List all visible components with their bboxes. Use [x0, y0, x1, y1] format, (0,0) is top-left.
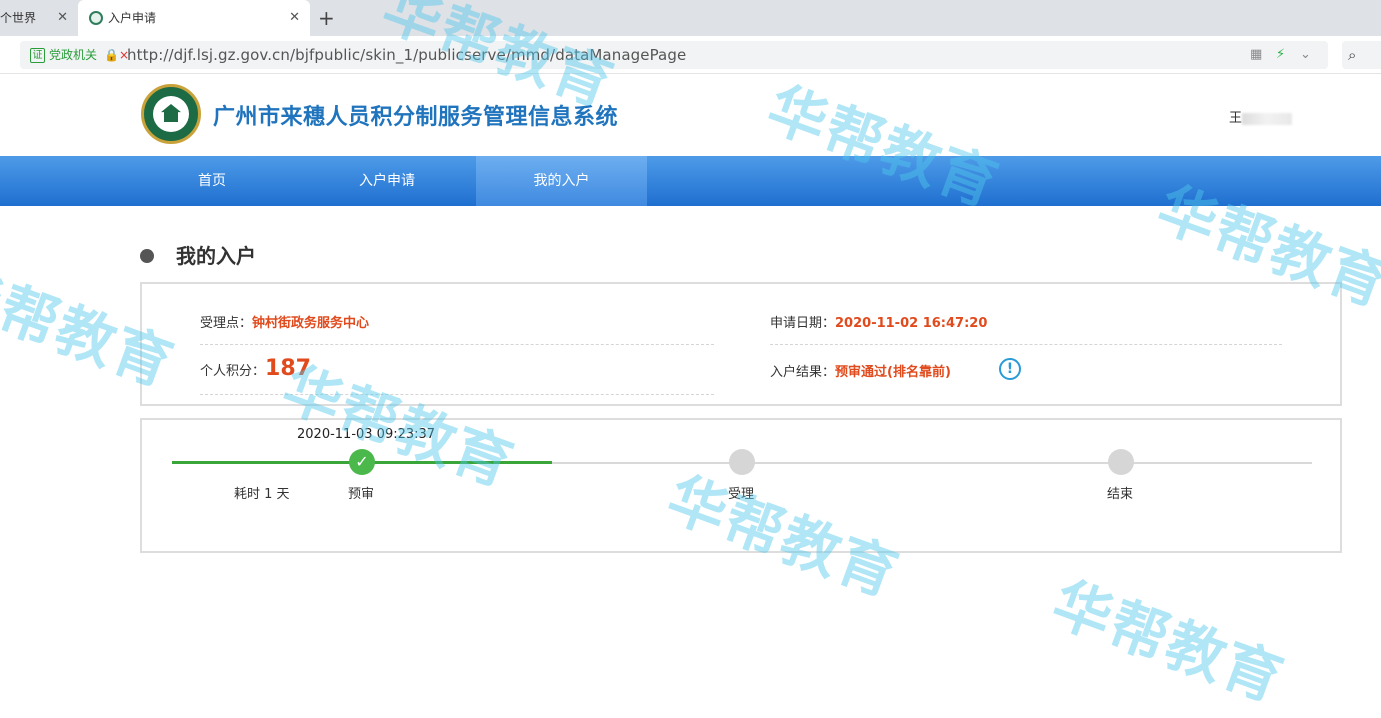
browser-tab-1[interactable]: 个世界 ✕ [0, 0, 78, 36]
site-title: 广州市来穗人员积分制服务管理信息系统 [213, 105, 619, 130]
step-label-preview: 预审 [348, 487, 375, 502]
close-icon[interactable]: ✕ [57, 0, 68, 36]
watermark: 华帮教育 [1043, 568, 1293, 715]
divider [200, 394, 714, 395]
url-text[interactable]: http://djf.lsj.gz.gov.cn/bjfpublic/skin_… [127, 45, 686, 65]
elapsed-time: 耗时 1 天 [234, 487, 290, 502]
user-name[interactable]: 王 [1229, 107, 1293, 126]
browser-tab-bar: 个世界 ✕ 入户申请 ✕ + [0, 0, 1381, 36]
step-label-end: 结束 [1107, 487, 1134, 502]
step-label-accept: 受理 [728, 487, 755, 502]
nav-item-apply[interactable]: 入户申请 [302, 156, 472, 206]
search-icon[interactable]: ⌕ [1342, 41, 1381, 69]
page-title: 我的入户 [140, 240, 256, 269]
insecure-lock-icon[interactable]: 🔒× [104, 46, 129, 64]
address-bar-row: 证党政机关 🔒× http://djf.lsj.gz.gov.cn/bjfpub… [0, 36, 1381, 74]
lightning-icon[interactable]: ⚡ [1276, 46, 1285, 64]
accept-point-field: 受理点：钟村街政务服务中心 [200, 316, 370, 331]
apply-date-field: 申请日期：2020-11-02 16:47:20 [770, 316, 988, 331]
nav-item-home[interactable]: 首页 [141, 156, 283, 206]
chevron-down-icon[interactable]: ⌄ [1300, 46, 1311, 64]
application-info-card: 受理点：钟村街政务服务中心 个人积分：187 申请日期：2020-11-02 1… [140, 282, 1342, 406]
result-field: 入户结果：预审通过(排名靠前) [770, 365, 951, 380]
site-favicon-icon [89, 11, 103, 25]
browser-tab-2[interactable]: 入户申请 ✕ [78, 0, 310, 36]
tab-label: 入户申请 [108, 11, 157, 25]
progress-card: 2020-11-03 09:23:37 ✓ 耗时 1 天 预审 受理 结束 [140, 418, 1342, 553]
step-timestamp: 2020-11-03 09:23:37 [297, 427, 436, 442]
nav-item-my-household[interactable]: 我的入户 [476, 156, 647, 206]
blurred-name [1242, 112, 1293, 125]
main-nav: 首页 入户申请 我的入户 [0, 156, 1381, 206]
step-node-pending [1108, 449, 1134, 475]
step-node-done: ✓ [349, 449, 375, 475]
new-tab-button[interactable]: + [318, 6, 335, 30]
tab-label: 个世界 [0, 11, 37, 25]
address-bar[interactable]: 证党政机关 🔒× http://djf.lsj.gz.gov.cn/bjfpub… [20, 41, 1328, 69]
info-icon[interactable]: ! [999, 358, 1021, 380]
qr-code-icon[interactable]: ▦ [1250, 46, 1262, 64]
security-indicator[interactable]: 证党政机关 [30, 46, 97, 64]
divider [200, 344, 714, 345]
site-header: 广州市来穗人员积分制服务管理信息系统 王 [0, 75, 1381, 156]
step-node-pending [729, 449, 755, 475]
security-label: 党政机关 [49, 48, 98, 62]
score-field: 个人积分：187 [200, 356, 311, 381]
bullet-icon [140, 248, 154, 263]
close-icon[interactable]: ✕ [289, 0, 300, 36]
divider [770, 344, 1282, 345]
site-logo [141, 84, 201, 144]
certificate-icon: 证 [30, 48, 45, 63]
